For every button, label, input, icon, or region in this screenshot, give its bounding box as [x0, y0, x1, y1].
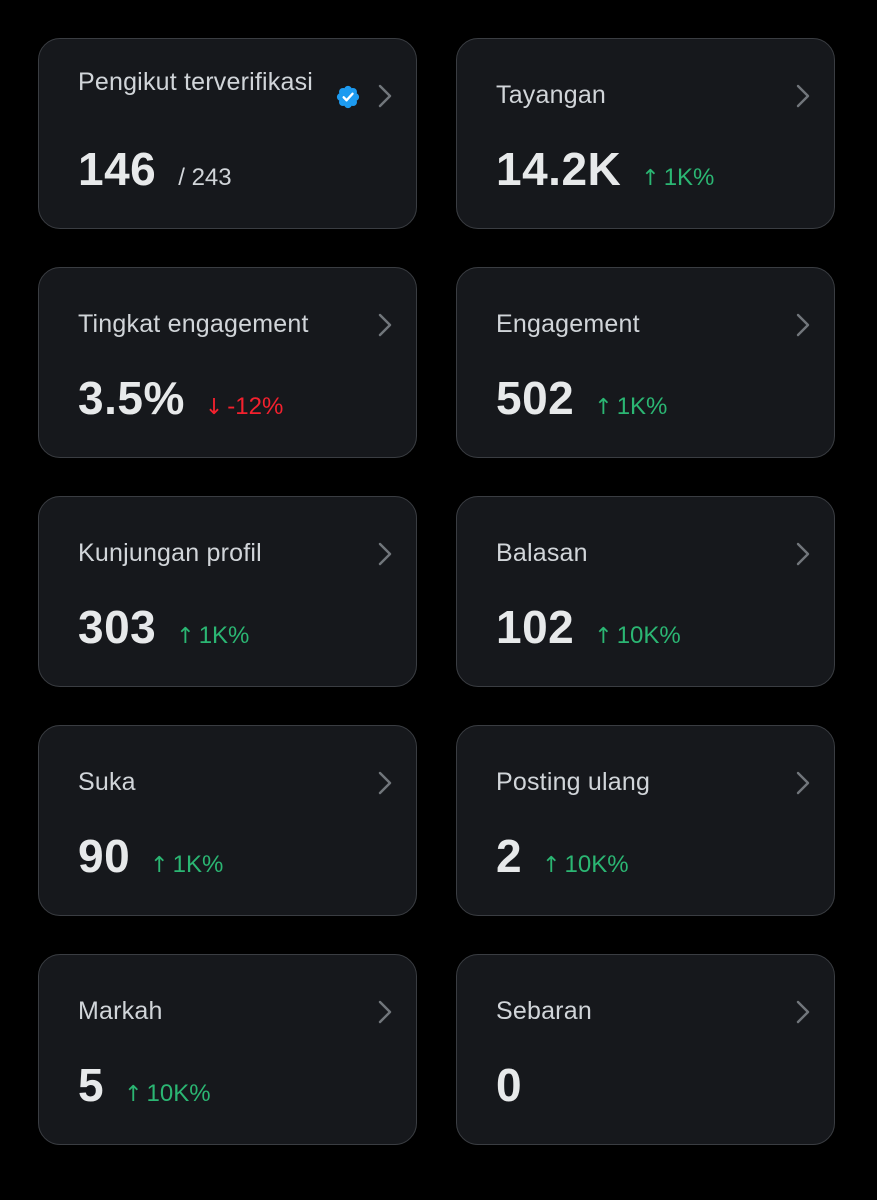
chevron-right-icon — [378, 84, 392, 108]
metric-value: 2 — [496, 830, 523, 882]
metric-card-verified-followers[interactable]: Pengikut terverifikasi 146 / 243 — [38, 38, 417, 229]
metrics-grid: Pengikut terverifikasi 146 / 243 Tayanga… — [38, 38, 835, 1145]
metric-title: Balasan — [496, 539, 588, 567]
metric-card-likes[interactable]: Suka 90 ↑ 1K% — [38, 725, 417, 916]
metric-delta-value: 1K% — [616, 393, 668, 420]
chevron-right-icon — [796, 771, 810, 795]
metric-value-row: 2 ↑ 10K% — [496, 830, 629, 882]
metric-title: Pengikut terverifikasi — [78, 68, 314, 96]
chevron-right-icon — [796, 1000, 810, 1024]
metric-card-replies[interactable]: Balasan 102 ↑ 10K% — [456, 496, 835, 687]
metric-title: Suka — [78, 768, 136, 796]
metric-card-reposts[interactable]: Posting ulang 2 ↑ 10K% — [456, 725, 835, 916]
metric-value-row: 102 ↑ 10K% — [496, 601, 681, 653]
metric-value: 3.5% — [78, 372, 185, 424]
metric-delta: ↑ 1K% — [641, 164, 714, 192]
metric-denominator: / 243 — [178, 164, 232, 191]
metric-card-profile-visits[interactable]: Kunjungan profil 303 ↑ 1K% — [38, 496, 417, 687]
metric-delta-value: 10K% — [616, 622, 681, 649]
metric-card-shares[interactable]: Sebaran 0 — [456, 954, 835, 1145]
metric-card-impressions[interactable]: Tayangan 14.2K ↑ 1K% — [456, 38, 835, 229]
metric-delta-value: 10K% — [146, 1080, 211, 1107]
metric-card-bookmarks[interactable]: Markah 5 ↑ 10K% — [38, 954, 417, 1145]
arrow-down-icon: ↓ — [204, 395, 224, 420]
metric-value-row: 146 / 243 — [78, 143, 232, 195]
metric-delta: ↑ 10K% — [594, 622, 680, 650]
arrow-up-icon: ↑ — [176, 624, 195, 649]
chevron-right-icon — [378, 313, 392, 337]
metric-value: 90 — [78, 830, 131, 882]
metric-value-row: 3.5% ↓ -12% — [78, 372, 283, 424]
metric-value-row: 14.2K ↑ 1K% — [496, 143, 714, 195]
metric-value-row: 90 ↑ 1K% — [78, 830, 223, 882]
metric-delta: ↑ 1K% — [176, 622, 249, 650]
arrow-up-icon: ↑ — [594, 395, 613, 420]
chevron-right-icon — [378, 1000, 392, 1024]
metric-title: Sebaran — [496, 997, 592, 1025]
metric-delta: ↓ -12% — [205, 393, 283, 421]
chevron-right-icon — [796, 84, 810, 108]
metric-delta: ↑ 1K% — [594, 393, 667, 421]
metric-title: Tingkat engagement — [78, 310, 309, 338]
metric-value: 14.2K — [496, 143, 622, 195]
metric-delta: ↑ 1K% — [150, 851, 223, 879]
metric-title: Posting ulang — [496, 768, 651, 796]
metric-title: Tayangan — [496, 81, 607, 109]
metric-value-row: 5 ↑ 10K% — [78, 1059, 211, 1111]
arrow-up-icon: ↑ — [594, 624, 613, 649]
metric-value-row: 502 ↑ 1K% — [496, 372, 667, 424]
chevron-right-icon — [796, 542, 810, 566]
metric-value: 146 — [78, 143, 157, 195]
metric-value: 303 — [78, 601, 157, 653]
metric-delta: ↑ 10K% — [542, 851, 628, 879]
metric-value-row: 0 — [496, 1059, 522, 1111]
metric-delta-value: -12% — [227, 393, 284, 420]
metric-value: 502 — [496, 372, 575, 424]
arrow-up-icon: ↑ — [124, 1082, 143, 1107]
metric-value-row: 303 ↑ 1K% — [78, 601, 249, 653]
metric-title: Markah — [78, 997, 163, 1025]
metric-value: 5 — [78, 1059, 105, 1111]
verified-badge-icon — [336, 85, 360, 109]
arrow-up-icon: ↑ — [150, 853, 169, 878]
metric-value: 102 — [496, 601, 575, 653]
metric-title: Kunjungan profil — [78, 539, 262, 567]
metric-card-engagements[interactable]: Engagement 502 ↑ 1K% — [456, 267, 835, 458]
metric-title: Engagement — [496, 310, 640, 338]
metric-value: 0 — [496, 1059, 523, 1111]
metric-delta-value: 1K% — [663, 164, 715, 191]
arrow-up-icon: ↑ — [641, 166, 660, 191]
chevron-right-icon — [378, 542, 392, 566]
chevron-right-icon — [378, 771, 392, 795]
metric-delta-value: 10K% — [564, 851, 629, 878]
metric-card-engagement-rate[interactable]: Tingkat engagement 3.5% ↓ -12% — [38, 267, 417, 458]
metric-delta-value: 1K% — [198, 622, 250, 649]
arrow-up-icon: ↑ — [542, 853, 561, 878]
chevron-right-icon — [796, 313, 810, 337]
metric-delta: ↑ 10K% — [124, 1080, 210, 1108]
metric-delta-value: 1K% — [172, 851, 224, 878]
